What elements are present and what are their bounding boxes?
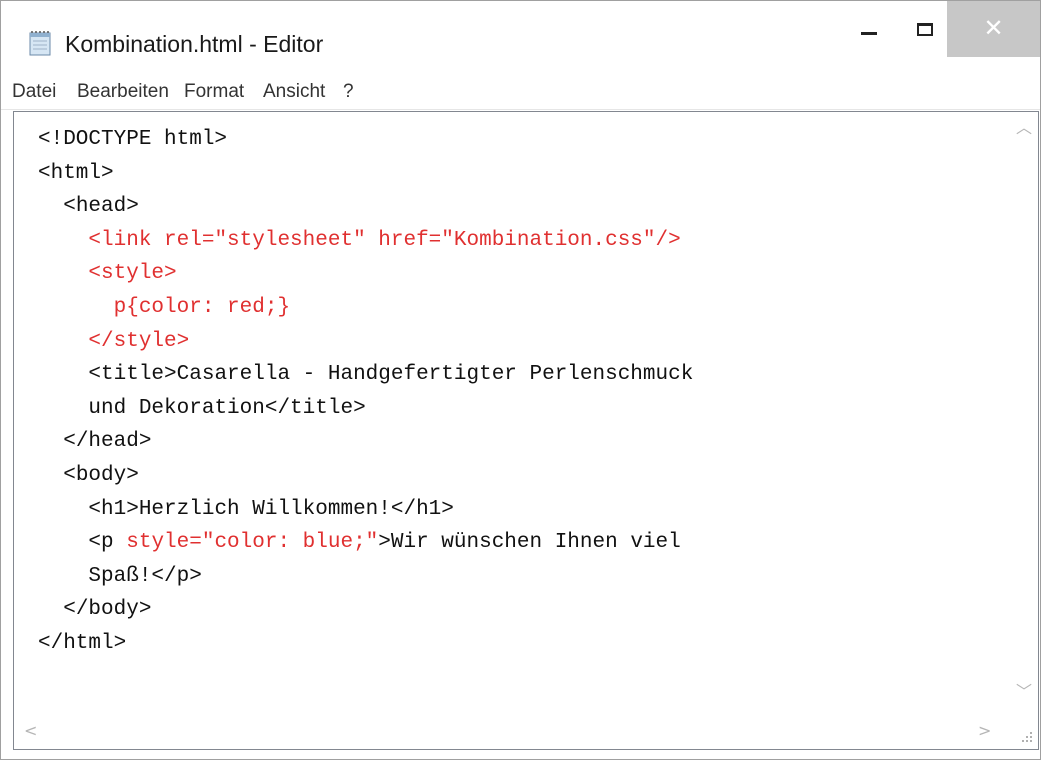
code-line[interactable]: </head> bbox=[38, 425, 693, 459]
menu-datei[interactable]: Datei bbox=[12, 81, 56, 103]
editor-window: Kombination.html - Editor ✕ Datei Bearbe… bbox=[0, 0, 1041, 760]
code-text: style="color: blue;" bbox=[126, 531, 379, 555]
code-line[interactable]: <link rel="stylesheet" href="Kombination… bbox=[38, 224, 693, 258]
title-bar[interactable]: Kombination.html - Editor ✕ bbox=[1, 1, 1040, 77]
code-text: <head> bbox=[63, 195, 139, 219]
code-line[interactable]: <html> bbox=[38, 157, 693, 191]
code-text: <body> bbox=[63, 463, 139, 487]
vertical-scrollbar[interactable]: ︿ ﹀ bbox=[1007, 112, 1038, 712]
code-text: >Wir wünschen Ihnen viel bbox=[378, 531, 681, 555]
code-line[interactable]: <h1>Herzlich Willkommen!</h1> bbox=[38, 493, 693, 527]
code-text: </body> bbox=[63, 598, 152, 622]
menu-format[interactable]: Format bbox=[184, 81, 244, 103]
close-button[interactable]: ✕ bbox=[947, 1, 1040, 57]
code-text: p{color: red;} bbox=[113, 295, 291, 319]
code-text: <p bbox=[88, 531, 127, 555]
window-title: Kombination.html - Editor bbox=[65, 31, 324, 57]
code-text: <!DOCTYPE html> bbox=[38, 128, 228, 151]
code-line[interactable]: <head> bbox=[38, 190, 693, 224]
code-line[interactable]: <style> bbox=[38, 257, 693, 291]
code-text: </html> bbox=[38, 631, 127, 655]
maximize-icon bbox=[917, 22, 933, 36]
code-line[interactable]: </body> bbox=[38, 593, 693, 627]
scroll-down-icon[interactable]: ﹀ bbox=[1016, 684, 1032, 700]
menu-help[interactable]: ? bbox=[343, 81, 354, 103]
code-text: </style> bbox=[88, 329, 190, 353]
code-text: <style> bbox=[88, 262, 177, 286]
code-line[interactable]: Spaß!</p> bbox=[38, 560, 693, 594]
horizontal-scrollbar[interactable]: < > bbox=[14, 715, 1007, 749]
minimize-button[interactable] bbox=[843, 1, 895, 57]
code-content[interactable]: <!DOCTYPE html> <html> <head> <link rel="… bbox=[38, 123, 693, 661]
code-line[interactable]: p{color: red;} bbox=[38, 291, 693, 325]
menu-bar: Datei Bearbeiten Format Ansicht ? bbox=[1, 77, 1040, 110]
minimize-icon bbox=[861, 31, 877, 35]
code-text: <title>Casarella - Handgefertigter Perle… bbox=[88, 363, 694, 387]
scroll-right-icon[interactable]: > bbox=[978, 723, 991, 739]
code-text: <link rel="stylesheet" href="Kombination… bbox=[88, 228, 681, 252]
code-text: </head> bbox=[63, 430, 152, 454]
code-text: Spaß!</p> bbox=[88, 564, 202, 588]
menu-bearbeiten[interactable]: Bearbeiten bbox=[77, 81, 169, 103]
notepad-icon bbox=[29, 31, 51, 56]
code-line[interactable]: <p style="color: blue;">Wir wünschen Ihn… bbox=[38, 526, 693, 560]
code-line[interactable]: und Dekoration</title> bbox=[38, 392, 693, 426]
scroll-up-icon[interactable]: ︿ bbox=[1016, 120, 1032, 136]
code-line[interactable]: <body> bbox=[38, 459, 693, 493]
code-line[interactable]: </html> bbox=[38, 627, 693, 661]
code-line[interactable]: <title>Casarella - Handgefertigter Perle… bbox=[38, 358, 693, 392]
menu-ansicht[interactable]: Ansicht bbox=[263, 81, 325, 103]
code-line[interactable]: <!DOCTYPE html> bbox=[38, 123, 693, 157]
scroll-left-icon[interactable]: < bbox=[24, 723, 37, 739]
code-text: und Dekoration</title> bbox=[88, 396, 366, 420]
resize-grip-icon[interactable] bbox=[1018, 728, 1034, 744]
close-icon: ✕ bbox=[983, 15, 1004, 42]
code-text: <html> bbox=[38, 161, 114, 185]
text-editor-area[interactable]: <!DOCTYPE html> <html> <head> <link rel="… bbox=[13, 111, 1039, 750]
code-line[interactable]: </style> bbox=[38, 325, 693, 359]
code-text: <h1>Herzlich Willkommen!</h1> bbox=[88, 497, 454, 521]
maximize-button[interactable] bbox=[899, 1, 951, 57]
